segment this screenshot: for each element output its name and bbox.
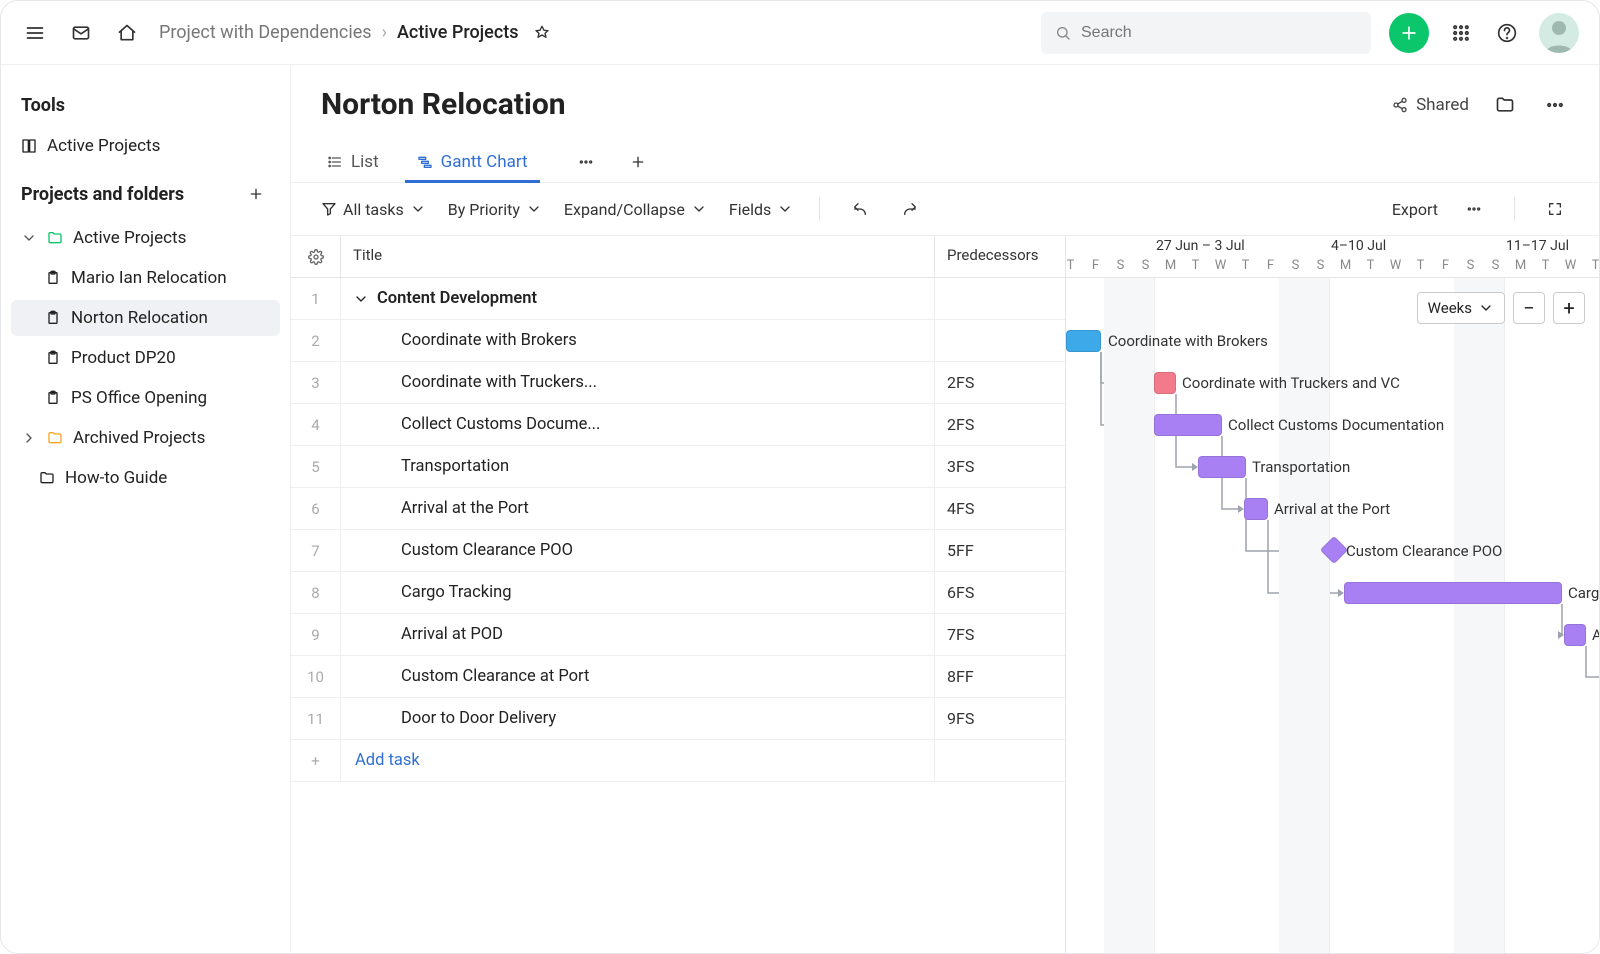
table-row[interactable]: 4Collect Customs Docume...2FS (291, 404, 1065, 446)
mail-icon[interactable] (67, 19, 95, 47)
avatar[interactable] (1539, 13, 1579, 53)
add-button[interactable] (1389, 13, 1429, 53)
gantt-icon (417, 154, 433, 170)
gantt-bar[interactable] (1154, 372, 1176, 394)
grid-col-predecessors[interactable]: Predecessors (935, 236, 1065, 277)
gantt-bar-label: Collect Customs Documentation (1228, 416, 1444, 434)
chevron-right-icon (21, 430, 37, 446)
zoom-in-button[interactable]: + (1553, 292, 1585, 324)
folder-icon (47, 230, 63, 246)
gantt-bar-label: Cargo Tracking (1568, 584, 1599, 602)
add-task-row[interactable]: +Add task (291, 740, 1065, 782)
grid-settings-icon[interactable] (291, 236, 341, 277)
search-field[interactable] (1081, 24, 1357, 42)
grid-icon (21, 138, 37, 154)
table-row[interactable]: 3Coordinate with Truckers...2FS (291, 362, 1065, 404)
gantt-bar[interactable] (1564, 624, 1586, 646)
search-input[interactable] (1041, 12, 1371, 54)
apps-icon[interactable] (1447, 19, 1475, 47)
gantt-bar-label: Coordinate with Brokers (1108, 332, 1268, 350)
sidebar-tools-active-projects[interactable]: Active Projects (11, 128, 280, 164)
gantt-bar[interactable] (1066, 330, 1101, 352)
tab-more-icon[interactable] (572, 148, 600, 176)
gantt-bar-label: Arrival at the Port (1274, 500, 1390, 518)
folder-icon (47, 430, 63, 446)
table-row[interactable]: 2Coordinate with Brokers (291, 320, 1065, 362)
tab-gantt[interactable]: Gantt Chart (413, 142, 532, 182)
sidebar: Tools Active Projects Projects and folde… (1, 65, 291, 953)
pin-icon[interactable] (528, 19, 556, 47)
table-row[interactable]: 10Custom Clearance at Port8FF (291, 656, 1065, 698)
sidebar-folder-archived[interactable]: Archived Projects (11, 420, 280, 456)
home-icon[interactable] (113, 19, 141, 47)
table-row[interactable]: 9Arrival at POD7FS (291, 614, 1065, 656)
gantt-bar[interactable] (1154, 414, 1222, 436)
add-folder-icon[interactable] (242, 180, 270, 208)
table-row[interactable]: 1Content Development (291, 278, 1065, 320)
share-icon (1392, 97, 1408, 113)
gantt-bar[interactable] (1244, 498, 1268, 520)
zoom-select[interactable]: Weeks (1417, 292, 1505, 324)
timeline[interactable]: 27 Jun – 3 Jul4–10 Jul11–17 Jul18–24 Jul… (1066, 236, 1599, 953)
filter-icon (321, 201, 337, 217)
gantt-bar-label: Arrival at POD (1592, 626, 1599, 644)
chevron-down-icon (1478, 300, 1494, 316)
help-icon[interactable] (1493, 19, 1521, 47)
sidebar-project-0[interactable]: Mario Ian Relocation (11, 260, 280, 296)
breadcrumb-root[interactable]: Project with Dependencies (159, 22, 372, 43)
menu-icon[interactable] (21, 19, 49, 47)
sort-by-priority[interactable]: By Priority (448, 200, 542, 219)
chevron-down-icon (21, 230, 37, 246)
sidebar-folder-active[interactable]: Active Projects (11, 220, 280, 256)
clipboard-icon (45, 270, 61, 286)
breadcrumb-current[interactable]: Active Projects (397, 22, 519, 43)
clipboard-icon (45, 310, 61, 326)
toolbar-more-icon[interactable] (1460, 195, 1488, 223)
sidebar-projects-title: Projects and folders (11, 168, 280, 216)
table-row[interactable]: 7Custom Clearance POO5FF (291, 530, 1065, 572)
chevron-down-icon (410, 201, 426, 217)
gantt-bar-label: Transportation (1252, 458, 1350, 476)
table-row[interactable]: 8Cargo Tracking6FS (291, 572, 1065, 614)
undo-icon[interactable] (846, 195, 874, 223)
gantt-bar-label: Coordinate with Truckers and VC (1182, 374, 1400, 392)
add-tab-icon[interactable] (624, 148, 652, 176)
redo-icon[interactable] (896, 195, 924, 223)
grid-col-title[interactable]: Title (341, 236, 935, 277)
clipboard-icon (45, 350, 61, 366)
page-title: Norton Relocation (321, 87, 566, 122)
chevron-down-icon (526, 201, 542, 217)
filter-all-tasks[interactable]: All tasks (321, 200, 426, 219)
sidebar-project-2[interactable]: Product DP20 (11, 340, 280, 376)
folder-outline-icon (39, 470, 55, 486)
more-icon[interactable] (1541, 91, 1569, 119)
clipboard-icon (45, 390, 61, 406)
chevron-down-icon (777, 201, 793, 217)
table-row[interactable]: 11Door to Door Delivery9FS (291, 698, 1065, 740)
sidebar-folder-howto[interactable]: How-to Guide (11, 460, 280, 496)
search-icon (1055, 25, 1071, 41)
chevron-down-icon (691, 201, 707, 217)
sidebar-tools-title: Tools (11, 83, 280, 124)
export-button[interactable]: Export (1392, 200, 1438, 219)
list-icon (327, 154, 343, 170)
expand-collapse[interactable]: Expand/Collapse (564, 200, 707, 219)
table-row[interactable]: 5Transportation3FS (291, 446, 1065, 488)
sidebar-project-1[interactable]: Norton Relocation (11, 300, 280, 336)
breadcrumb: Project with Dependencies › Active Proje… (159, 19, 556, 47)
fields[interactable]: Fields (729, 200, 793, 219)
task-grid: Title Predecessors 1Content Development2… (291, 236, 1066, 953)
gantt-bar-label: Custom Clearance POO (1346, 542, 1502, 560)
fullscreen-icon[interactable] (1541, 195, 1569, 223)
folder-action-icon[interactable] (1491, 91, 1519, 119)
tab-list[interactable]: List (323, 142, 383, 182)
sidebar-project-3[interactable]: PS Office Opening (11, 380, 280, 416)
zoom-out-button[interactable]: − (1513, 292, 1545, 324)
shared-button[interactable]: Shared (1392, 95, 1469, 115)
table-row[interactable]: 6Arrival at the Port4FS (291, 488, 1065, 530)
gantt-bar[interactable] (1344, 582, 1562, 604)
gantt-bar[interactable] (1198, 456, 1246, 478)
